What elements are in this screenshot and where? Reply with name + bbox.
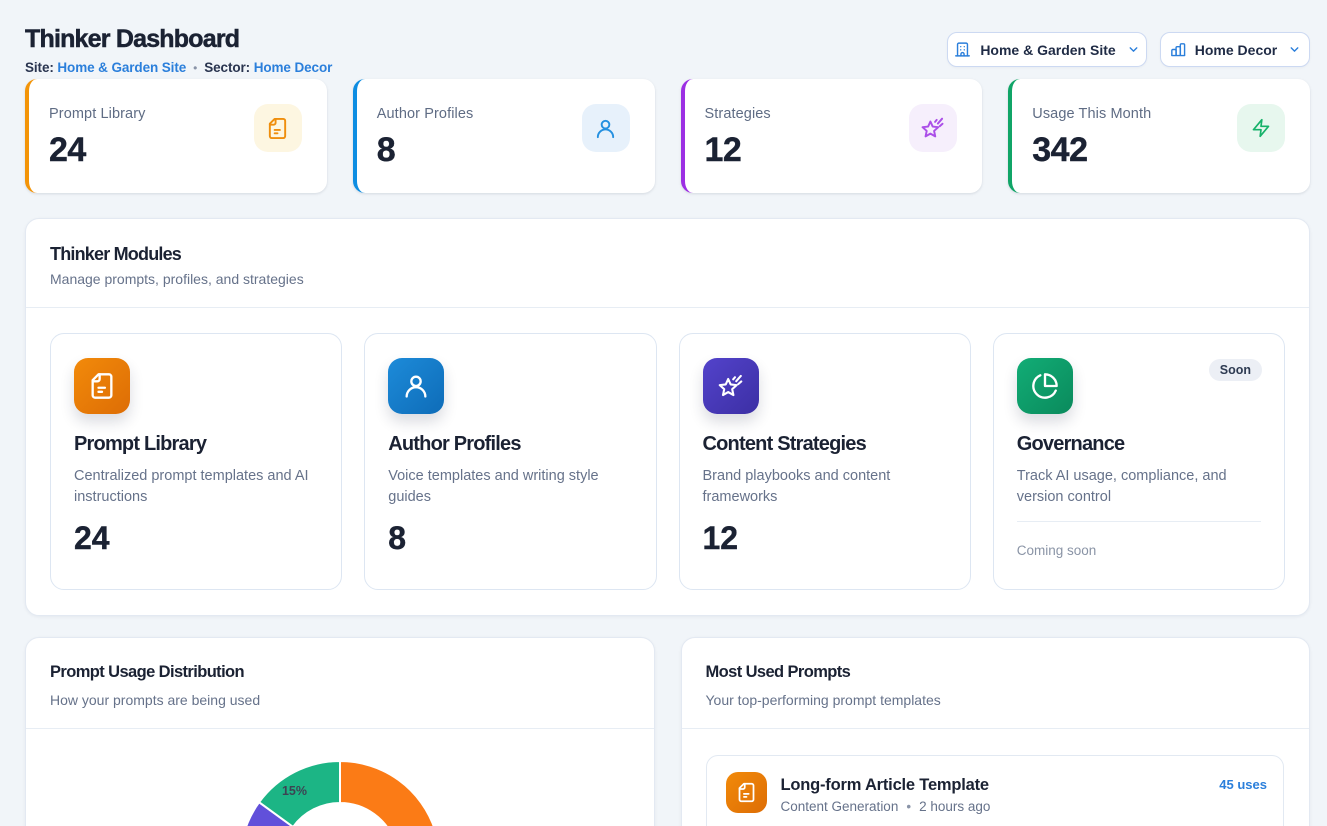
svg-text:15%: 15%: [282, 784, 307, 798]
